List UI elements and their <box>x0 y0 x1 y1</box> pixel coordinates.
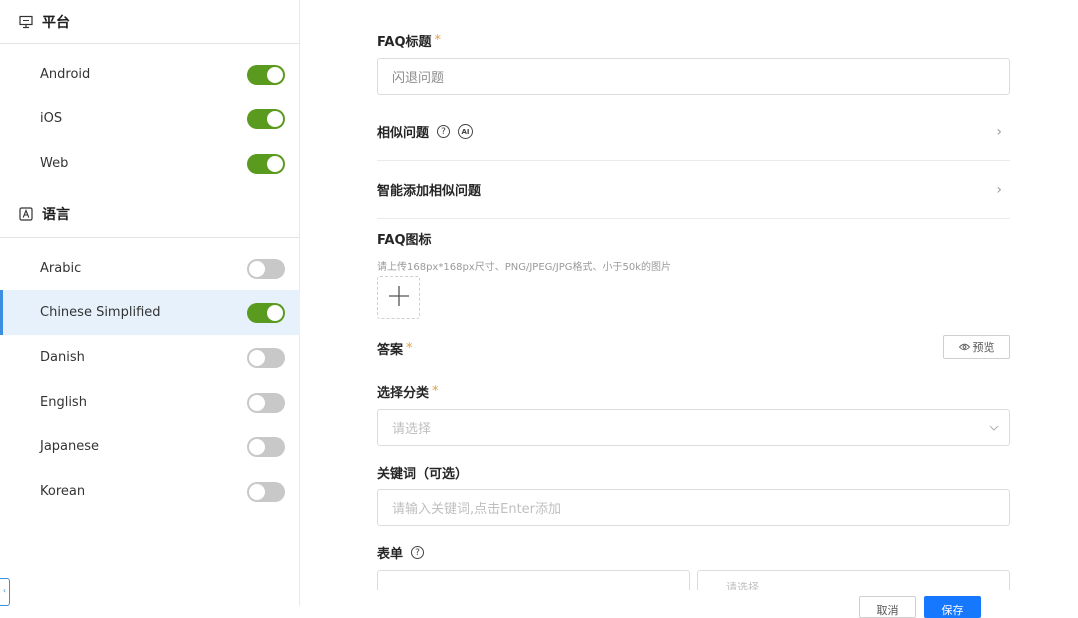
language-row-arabic: Arabic <box>0 246 300 291</box>
form-select-left[interactable] <box>377 570 690 590</box>
web-toggle[interactable] <box>247 153 285 174</box>
language-row-korean: Korean <box>0 469 300 514</box>
language-label: Danish <box>40 350 85 365</box>
form-label-text: 表单 <box>377 547 404 562</box>
language-header-label: 语言 <box>42 206 70 223</box>
platform-row-android: Android <box>0 52 300 97</box>
faq-title-input[interactable]: 闪退问题 <box>377 58 1010 95</box>
chinese-simplified-toggle[interactable] <box>247 302 285 323</box>
english-toggle[interactable] <box>247 392 285 413</box>
form-select-right[interactable]: 请选择 <box>697 570 1010 590</box>
keywords-label: 关键词（可选） <box>377 463 468 482</box>
ios-toggle[interactable] <box>247 108 285 129</box>
keywords-label-text: 关键词（可选） <box>377 467 469 482</box>
form-select-placeholder: 请选择 <box>726 581 759 590</box>
platform-row-web: Web <box>0 141 300 186</box>
preview-button[interactable]: 预览 <box>943 335 1010 359</box>
category-label: 选择分类 * <box>377 382 439 401</box>
platform-row-ios: iOS <box>0 96 300 141</box>
collapse-tab[interactable]: ‹ <box>0 578 10 606</box>
korean-toggle[interactable] <box>247 481 285 502</box>
android-toggle[interactable] <box>247 64 285 85</box>
chevron-down-icon <box>989 421 999 434</box>
smart-add-label: 智能添加相似问题 <box>377 184 482 199</box>
faq-title-label: FAQ标题 * <box>377 31 441 50</box>
cancel-button[interactable]: 取消 <box>859 596 916 618</box>
chevron-right-icon: › <box>996 181 1002 198</box>
upload-button[interactable] <box>377 276 420 319</box>
danish-toggle[interactable] <box>247 347 285 368</box>
required-mark: * <box>434 33 442 48</box>
required-mark: * <box>432 384 439 399</box>
required-mark: * <box>406 341 413 356</box>
language-icon <box>18 206 34 222</box>
save-button[interactable]: 保存 <box>924 596 981 618</box>
faq-icon-label-text: FAQ图标 <box>377 233 432 248</box>
smart-add-similar-row[interactable]: 智能添加相似问题 › <box>377 161 1010 219</box>
similar-questions-label: 相似问题 <box>377 126 430 141</box>
language-row-danish: Danish <box>0 335 300 380</box>
language-label: Chinese Simplified <box>40 305 161 320</box>
faq-form: FAQ标题 * 闪退问题 相似问题 ? AI › 智能添加相似问题 › FAQ图标… <box>300 0 1078 618</box>
help-icon[interactable]: ? <box>437 125 451 138</box>
language-label: English <box>40 395 87 410</box>
platform-label: iOS <box>40 111 63 126</box>
keywords-placeholder: 请输入关键词,点击Enter添加 <box>392 502 562 517</box>
platform-header-label: 平台 <box>42 14 70 31</box>
language-label: Arabic <box>40 261 82 276</box>
faq-title-label-text: FAQ标题 <box>377 35 432 50</box>
eye-icon <box>958 343 970 351</box>
platform-label: Android <box>40 67 91 82</box>
language-section-header: 语言 <box>0 190 300 238</box>
language-row-english: English <box>0 380 300 425</box>
preview-button-label: 预览 <box>972 341 995 354</box>
language-label: Japanese <box>40 439 100 454</box>
language-label: Korean <box>40 484 86 499</box>
answer-label: 答案 * <box>377 339 413 358</box>
japanese-toggle[interactable] <box>247 436 285 457</box>
platform-label: Web <box>40 156 69 171</box>
language-row-chinese-simplified[interactable]: Chinese Simplified <box>0 290 300 335</box>
keywords-input[interactable]: 请输入关键词,点击Enter添加 <box>377 489 1010 526</box>
answer-label-text: 答案 <box>377 343 404 358</box>
category-select[interactable]: 请选择 <box>377 409 1010 446</box>
sidebar: 平台 Android iOS Web 语言 Arabic Chinese Sim… <box>0 0 300 606</box>
similar-questions-row[interactable]: 相似问题 ? AI › <box>377 103 1010 161</box>
plus-icon <box>388 281 410 314</box>
category-placeholder: 请选择 <box>392 422 432 437</box>
form-label: 表单 ? <box>377 543 425 562</box>
language-row-japanese: Japanese <box>0 424 300 469</box>
faq-icon-label: FAQ图标 <box>377 229 432 248</box>
faq-icon-hint: 请上传168px*168px尺寸、PNG/JPEG/JPG格式、小于50k的图片 <box>377 262 671 273</box>
faq-title-value: 闪退问题 <box>392 71 445 86</box>
monitor-icon <box>18 14 34 30</box>
platform-section-header: 平台 <box>0 0 300 44</box>
chevron-right-icon: › <box>996 123 1002 140</box>
arabic-toggle[interactable] <box>247 258 285 279</box>
category-label-text: 选择分类 <box>377 386 430 401</box>
ai-icon[interactable]: AI <box>458 124 474 139</box>
help-icon[interactable]: ? <box>411 546 425 559</box>
